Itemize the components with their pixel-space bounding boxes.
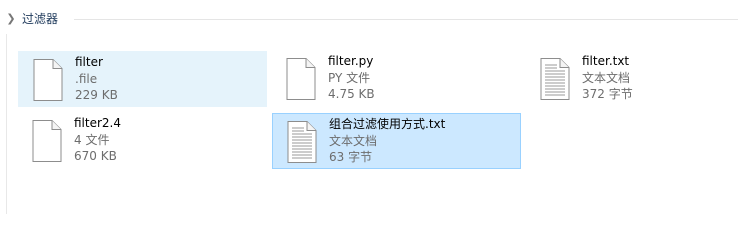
file-type: PY 文件	[328, 70, 371, 85]
blank-file-icon	[32, 120, 62, 162]
blank-file-icon	[33, 59, 63, 101]
text-document-icon	[287, 121, 317, 163]
file-tile-filter-txt[interactable]: filter.txt 文本文档 372 字节	[526, 51, 746, 107]
file-name: filter	[75, 55, 103, 69]
file-size: 229 KB	[75, 88, 118, 102]
file-name: filter2.4	[74, 116, 121, 130]
blank-file-icon	[286, 58, 316, 100]
file-type: 文本文档	[329, 133, 378, 148]
file-tile-filter[interactable]: filter .file 229 KB	[18, 51, 267, 107]
file-type: .file	[75, 71, 98, 86]
file-size: 4.75 KB	[328, 87, 375, 101]
file-name: filter.py	[328, 54, 374, 68]
file-size: 670 KB	[74, 149, 117, 163]
file-type: 4 文件	[74, 132, 110, 147]
file-name: filter.txt	[582, 54, 630, 68]
file-name: 组合过滤使用方式.txt	[329, 117, 446, 131]
file-size: 372 字节	[582, 87, 633, 101]
chevron-right-icon[interactable]: ❯	[6, 12, 16, 26]
file-tile-combo-filter-usage-txt[interactable]: 组合过滤使用方式.txt 文本文档 63 字节	[272, 113, 521, 169]
text-document-icon	[540, 58, 570, 100]
file-size: 63 字节	[329, 150, 373, 164]
group-title: 过滤器	[22, 12, 59, 26]
file-type: 文本文档	[582, 70, 631, 85]
file-tile-filter-py[interactable]: filter.py PY 文件 4.75 KB	[272, 51, 521, 107]
group-header[interactable]: ❯ 过滤器	[0, 8, 746, 30]
file-tile-filter2-4[interactable]: filter2.4 4 文件 670 KB	[18, 113, 267, 169]
left-rule	[6, 34, 7, 214]
group-divider	[74, 19, 738, 20]
